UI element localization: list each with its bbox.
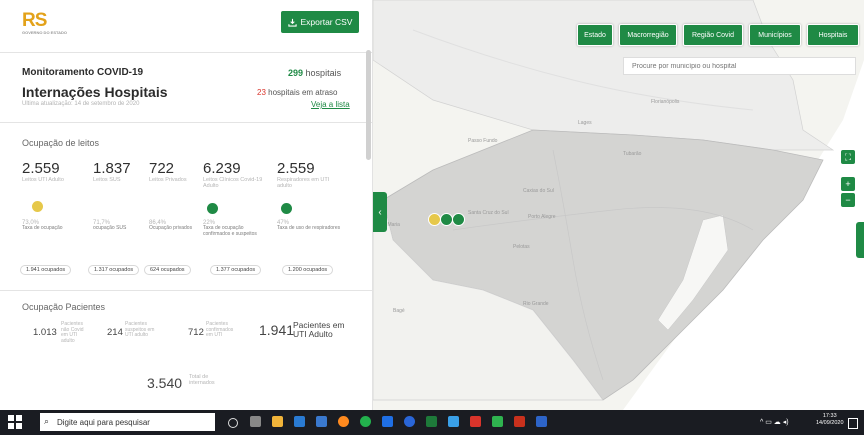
tab-estado[interactable]: Estado [577, 24, 613, 46]
fullscreen-button[interactable]: ⛶ [841, 150, 855, 164]
export-csv-label: Exportar CSV [300, 17, 353, 27]
occupied-pill: 1.317 ocupados [88, 265, 140, 275]
pdf-icon[interactable] [514, 416, 525, 427]
divider [0, 122, 372, 123]
side-panel-tab[interactable] [856, 222, 864, 258]
search-icon: ⌕ [44, 416, 50, 426]
patient-stat-label: Pacientes não Covid em UTI adulto [61, 321, 84, 344]
patient-stat-confirmed: 712 [188, 327, 204, 338]
total-patients: 3.540 [147, 375, 183, 391]
bed-stat-respirators: 2.559 Respiradores em UTI adulto [277, 160, 330, 189]
expand-icon: ⛶ [844, 151, 852, 162]
app-icon[interactable] [470, 416, 481, 427]
tab-hospitais[interactable]: Hospitais [807, 24, 859, 46]
bed-stat-clinical: 6.239 Leitos Clínicos Covid-19 Adulto [203, 160, 263, 189]
patient-stat-suspect: 214 [107, 327, 123, 338]
patient-stat-noncovid: 1.013 [33, 327, 57, 338]
minus-icon: − [845, 195, 851, 205]
store-icon[interactable] [294, 416, 305, 427]
taskbar-search-placeholder: Digite aqui para pesquisar [57, 417, 150, 427]
firefox-icon[interactable] [338, 416, 349, 427]
divider [0, 290, 372, 291]
page-title: Internações Hospitais [22, 84, 168, 100]
svg-text:Passo Fundo: Passo Fundo [468, 138, 498, 144]
divider [0, 52, 372, 53]
patient-stat-label: Pacientes confirmados em UTI [206, 321, 234, 338]
tab-macrorregiao[interactable]: Macrorregião [619, 24, 677, 46]
plus-icon: + [845, 179, 851, 189]
tab-municipios[interactable]: Municípios [749, 24, 801, 46]
excel-icon[interactable] [426, 416, 437, 427]
sidebar-panel [0, 0, 373, 410]
scrollbar[interactable] [366, 50, 371, 160]
svg-text:Rio Grande: Rio Grande [523, 301, 549, 307]
occupied-pill: 1.377 ocupados [210, 265, 262, 275]
occupied-pill: 1.941 ocupados [20, 265, 72, 275]
zoom-out-button[interactable]: − [841, 193, 855, 207]
uti-patients-label: Pacientes em UTI Adulto [293, 320, 345, 339]
word-icon[interactable] [536, 416, 547, 427]
download-icon [287, 18, 297, 27]
status-dot-yellow [32, 201, 43, 212]
status-dot-green [207, 203, 218, 214]
last-update-text: Ultima atualização: 14 de setembro de 20… [22, 101, 140, 107]
clock-date: 14/09/2020 [816, 420, 844, 426]
late-hospitals-count: 23 hospitais em atraso [257, 88, 338, 97]
app-icon[interactable] [492, 416, 503, 427]
patients-section-title: Ocupação Pacientes [22, 302, 106, 312]
collapse-panel-button[interactable]: ‹ [373, 192, 387, 232]
system-tray-icons[interactable]: ^ ▭ ☁ ◂) [760, 418, 789, 426]
file-explorer-icon[interactable] [272, 416, 283, 427]
hospitals-count: 299 hospitais [288, 68, 342, 78]
export-csv-button[interactable]: Exportar CSV [281, 11, 359, 33]
tab-regiao-covid[interactable]: Região Covid [683, 24, 743, 46]
app-icon[interactable] [448, 416, 459, 427]
zoom-in-button[interactable]: + [841, 177, 855, 191]
uti-patients-total: 1.941 [259, 322, 295, 338]
rate-clinical: 22% Taxa de ocupação confirmados e suspei… [203, 220, 257, 237]
taskbar-search-input[interactable]: ⌕ Digite aqui para pesquisar [40, 413, 215, 431]
svg-text:Pelotas: Pelotas [513, 244, 530, 250]
bed-stat-uti: 2.559 Leitos UTI Adulto [22, 160, 64, 183]
svg-text:Tubarão: Tubarão [623, 151, 642, 157]
task-view-icon[interactable] [250, 416, 261, 427]
app-icon[interactable] [382, 416, 393, 427]
chevron-left-icon: ‹ [378, 206, 382, 218]
svg-text:Lages: Lages [578, 120, 592, 126]
see-list-link[interactable]: Veja a lista [311, 100, 350, 109]
rate-uti: 73,0% Taxa de ocupação [22, 220, 63, 231]
windows-start-icon[interactable] [8, 415, 22, 429]
occupied-pill: 624 ocupados [144, 265, 191, 275]
cortana-icon[interactable] [228, 418, 238, 428]
rate-private: 86,4% Ocupação privados [149, 220, 193, 231]
chrome-icon[interactable] [404, 416, 415, 427]
spotify-icon[interactable] [360, 416, 371, 427]
clock[interactable]: 17:33 14/09/2020 [816, 413, 844, 427]
svg-text:Porto Alegre: Porto Alegre [528, 214, 556, 220]
clock-time: 17:33 [822, 413, 837, 419]
rs-logo: RS GOVERNO DO ESTADO [22, 10, 68, 35]
total-patients-label: Total de internados [189, 374, 215, 386]
svg-text:Bagé: Bagé [393, 308, 405, 314]
bed-stat-private: 722 Leitos Privados [149, 160, 187, 183]
svg-text:Florianópolis: Florianópolis [651, 99, 680, 105]
notification-icon[interactable] [848, 418, 858, 429]
occupied-pill: 1.200 ocupados [282, 265, 334, 275]
svg-text:Santa Cruz do Sul: Santa Cruz do Sul [468, 210, 509, 216]
svg-text:Caxias do Sul: Caxias do Sul [523, 188, 554, 194]
rate-respirators: 47% Taxa de uso de respiradores [277, 220, 341, 231]
map-marker-green[interactable] [452, 213, 465, 226]
mail-icon[interactable] [316, 416, 327, 427]
search-input[interactable] [623, 57, 856, 75]
patient-stat-label: Pacientes suspeitos em UTI adulto [125, 321, 155, 338]
rate-sus: 71,7% ocupação SUS [93, 220, 127, 231]
beds-section-title: Ocupação de leitos [22, 138, 100, 148]
status-dot-green [281, 203, 292, 214]
section-title: Monitoramento COVID-19 [22, 67, 144, 78]
bed-stat-sus: 1.837 Leitos SUS [93, 160, 131, 183]
